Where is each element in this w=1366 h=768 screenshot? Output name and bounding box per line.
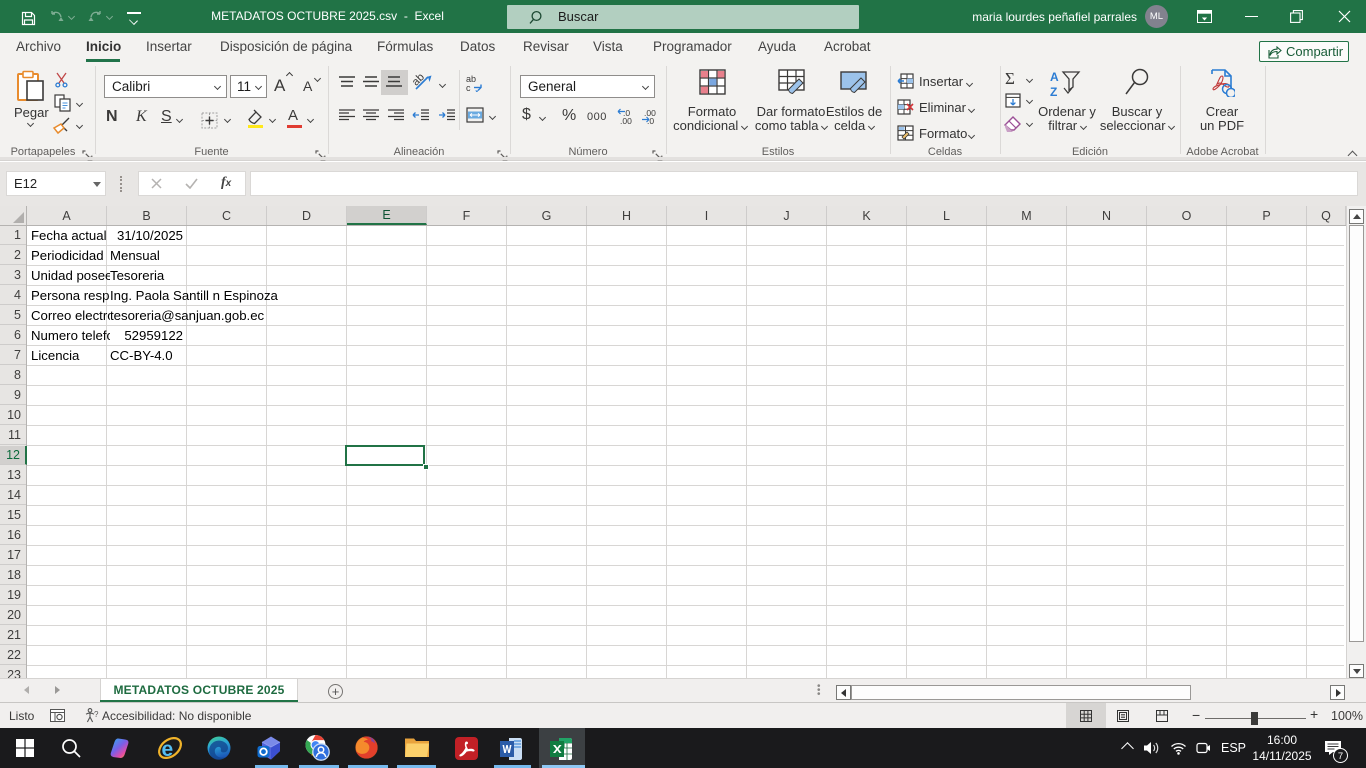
svg-text:A: A [1050, 70, 1059, 84]
svg-text:ab: ab [413, 72, 427, 88]
svg-text:Z: Z [1050, 85, 1057, 98]
svg-text:.00: .00 [620, 116, 632, 125]
svg-text:?: ? [94, 710, 99, 719]
svg-text:c: c [466, 83, 471, 92]
svg-text:e: e [162, 738, 174, 761]
